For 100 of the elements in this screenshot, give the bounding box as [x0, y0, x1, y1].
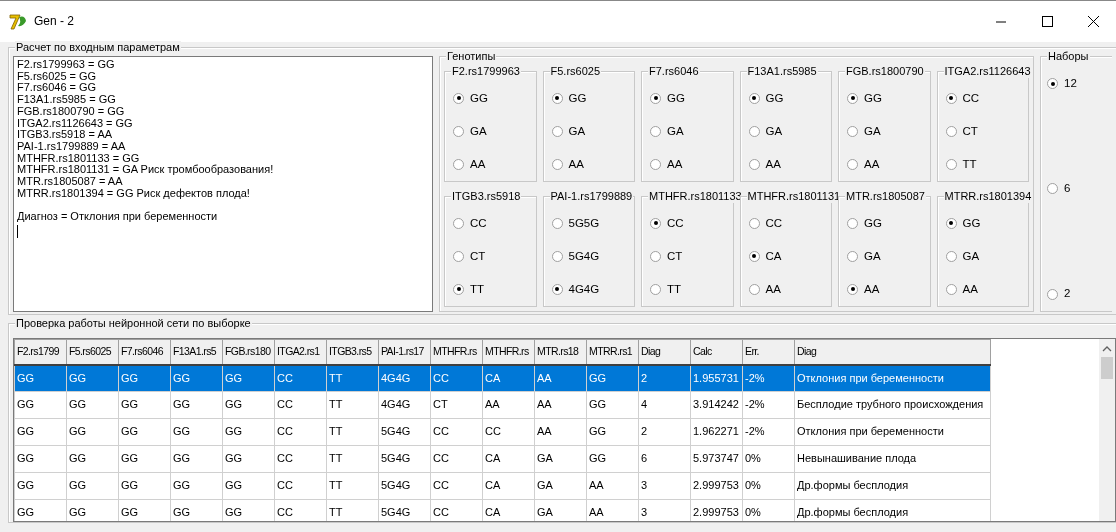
- radio-button[interactable]: [453, 218, 464, 229]
- radio-label[interactable]: CC: [765, 216, 783, 231]
- radio-button[interactable]: [1047, 183, 1058, 195]
- radio-label[interactable]: 6: [1064, 182, 1071, 196]
- scroll-up-icon[interactable]: [1102, 345, 1112, 353]
- radio-button[interactable]: [945, 218, 957, 229]
- column-header[interactable]: MTR.rs18: [534, 339, 587, 365]
- radio-button[interactable]: [847, 159, 858, 170]
- radio-label[interactable]: 4G4G: [568, 282, 600, 297]
- radio-button[interactable]: [748, 159, 760, 170]
- radio-button[interactable]: [748, 284, 760, 295]
- radio-button[interactable]: [650, 159, 661, 170]
- radio-label[interactable]: GG: [470, 91, 488, 106]
- radio-button[interactable]: [650, 284, 661, 295]
- radio-button[interactable]: [945, 284, 957, 295]
- radio-label[interactable]: AA: [864, 282, 880, 297]
- output-text-area[interactable]: F2.rs1799963 = GG F5.rs6025 = GG F7.rs6046 = GG F13A1.rs5985 = GG FGB.rs1800790 = GG ITGA2.rs1126643 = GG ITGB3.rs5918 = AA PAI-1.rs1799889 = AA MTHFR.rs1801133 = GG MTHFR.rs1801131 = GA Риск тромбообразования! MTR.rs1805087 = AA MTRR.rs1801394 = GG Риск дефектов плода! Диагноз = Отклония при беременности: [13, 56, 433, 312]
- radio-label[interactable]: GA: [864, 249, 881, 264]
- radio-button[interactable]: [551, 93, 563, 104]
- radio-label[interactable]: CC: [470, 216, 487, 231]
- column-header[interactable]: Diag: [794, 339, 991, 365]
- radio-label[interactable]: TT: [962, 157, 977, 172]
- radio-button[interactable]: [1047, 288, 1058, 300]
- radio-button[interactable]: [453, 159, 464, 170]
- radio-button[interactable]: [945, 126, 957, 137]
- radio-label[interactable]: GG: [568, 91, 587, 106]
- column-header[interactable]: FGB.rs180: [222, 339, 275, 365]
- radio-button[interactable]: [453, 284, 464, 295]
- table-cell: 0%: [742, 472, 795, 500]
- radio-label[interactable]: AA: [864, 157, 880, 172]
- radio-button[interactable]: [551, 284, 563, 295]
- scroll-thumb[interactable]: [1101, 357, 1113, 379]
- column-header[interactable]: ITGB3.rs5: [326, 339, 379, 365]
- radio-button[interactable]: [748, 93, 760, 104]
- radio-label[interactable]: CC: [667, 216, 684, 231]
- scrollbar[interactable]: [1099, 339, 1115, 521]
- radio-label[interactable]: GA: [962, 249, 980, 264]
- radio-label[interactable]: GG: [765, 91, 784, 106]
- radio-label[interactable]: GA: [864, 124, 881, 139]
- column-header[interactable]: ITGA2.rs1: [274, 339, 327, 365]
- radio-label[interactable]: CT: [470, 249, 486, 264]
- radio-button[interactable]: [551, 159, 563, 170]
- radio-button[interactable]: [847, 251, 858, 262]
- radio-button[interactable]: [748, 126, 760, 137]
- radio-button[interactable]: [453, 126, 464, 137]
- column-header[interactable]: MTRR.rs1: [586, 339, 639, 365]
- radio-label[interactable]: 12: [1064, 77, 1077, 91]
- radio-button[interactable]: [551, 126, 563, 137]
- radio-button[interactable]: [847, 218, 858, 229]
- radio-button[interactable]: [945, 159, 957, 170]
- radio-button[interactable]: [650, 251, 661, 262]
- radio-button[interactable]: [847, 126, 858, 137]
- radio-button[interactable]: [748, 251, 760, 262]
- radio-button[interactable]: [1047, 78, 1058, 90]
- radio-button[interactable]: [748, 218, 760, 229]
- text-cursor: [17, 224, 18, 238]
- radio-label[interactable]: GG: [962, 216, 981, 231]
- column-header[interactable]: PAI-1.rs17: [378, 339, 431, 365]
- radio-button[interactable]: [650, 218, 661, 229]
- radio-label[interactable]: AA: [470, 157, 486, 172]
- radio-label[interactable]: CA: [765, 249, 782, 264]
- radio-label[interactable]: CT: [962, 124, 978, 139]
- radio-button[interactable]: [945, 93, 957, 104]
- radio-button[interactable]: [847, 93, 858, 104]
- column-header[interactable]: Err.: [742, 339, 795, 365]
- radio-button[interactable]: [650, 126, 661, 137]
- radio-label[interactable]: 5G5G: [568, 216, 600, 231]
- radio-label[interactable]: GA: [470, 124, 487, 139]
- radio-label[interactable]: TT: [667, 282, 682, 297]
- radio-button[interactable]: [945, 251, 957, 262]
- column-header[interactable]: MTHFR.rs: [482, 339, 535, 365]
- column-header[interactable]: F5.rs6025: [66, 339, 119, 365]
- radio-label[interactable]: AA: [962, 282, 978, 297]
- radio-button[interactable]: [847, 284, 858, 295]
- column-header[interactable]: F7.rs6046: [118, 339, 171, 365]
- radio-button[interactable]: [551, 218, 563, 229]
- radio-button[interactable]: [650, 93, 661, 104]
- radio-label[interactable]: AA: [667, 157, 683, 172]
- radio-label[interactable]: 2: [1064, 287, 1071, 301]
- radio-label[interactable]: TT: [470, 282, 485, 297]
- radio-label[interactable]: GA: [667, 124, 684, 139]
- radio-label[interactable]: GA: [765, 124, 783, 139]
- radio-button[interactable]: [551, 251, 563, 262]
- radio-label[interactable]: AA: [568, 157, 584, 172]
- radio-label[interactable]: AA: [765, 157, 781, 172]
- radio-label[interactable]: AA: [765, 282, 781, 297]
- radio-label[interactable]: GG: [864, 216, 882, 231]
- radio-label[interactable]: 5G4G: [568, 249, 600, 264]
- column-header[interactable]: MTHFR.rs: [430, 339, 483, 365]
- radio-button[interactable]: [453, 251, 464, 262]
- column-header[interactable]: Calc: [690, 339, 743, 365]
- radio-label[interactable]: GA: [568, 124, 586, 139]
- radio-label[interactable]: GG: [667, 91, 685, 106]
- radio-label[interactable]: CC: [962, 91, 980, 106]
- radio-label[interactable]: GG: [864, 91, 882, 106]
- radio-button[interactable]: [453, 93, 464, 104]
- radio-label[interactable]: CT: [667, 249, 683, 264]
- column-header[interactable]: F2.rs1799: [14, 339, 67, 365]
- column-header[interactable]: Diag: [638, 339, 691, 365]
- column-header[interactable]: F13A1.rs5: [170, 339, 223, 365]
